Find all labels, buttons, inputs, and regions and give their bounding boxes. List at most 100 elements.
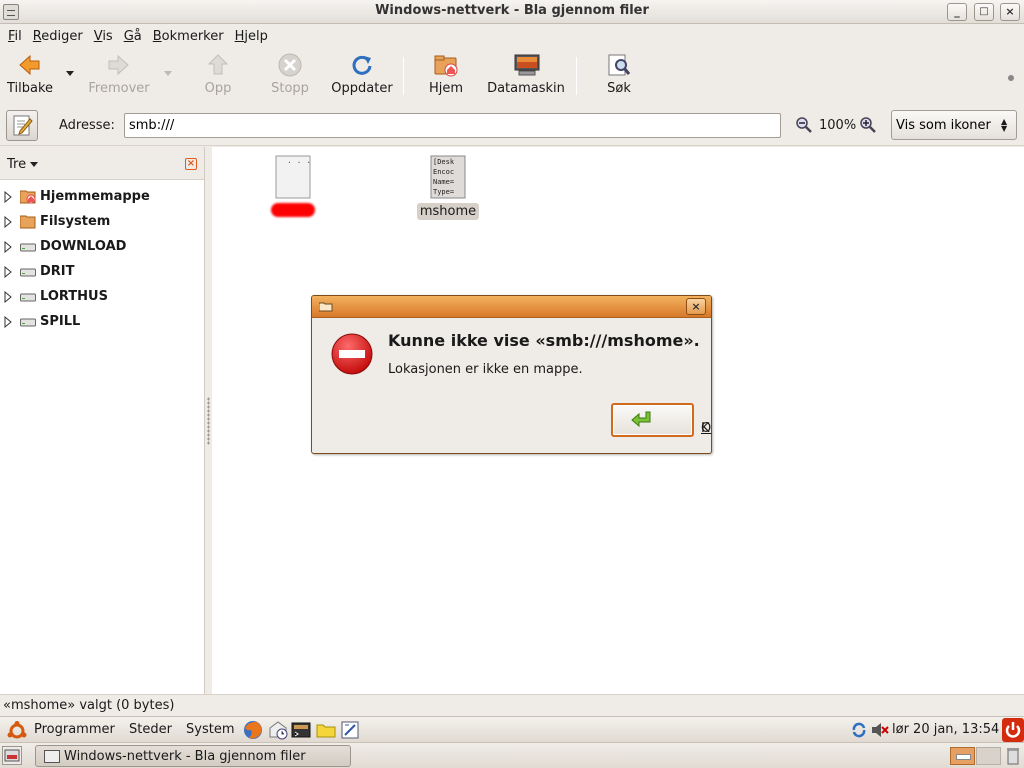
zoom-in-icon[interactable] <box>860 117 876 133</box>
computer-label: Datamaskin <box>487 81 565 96</box>
up-button[interactable]: Opp <box>202 53 234 96</box>
maximize-button[interactable]: □ <box>974 3 994 21</box>
search-label: Søk <box>607 81 631 96</box>
show-desktop-icon <box>4 749 20 762</box>
sidebar-close-icon[interactable]: × <box>185 158 197 170</box>
sidebar-item-lorthus[interactable]: LORTHUS <box>0 286 205 308</box>
sidebar-item-download[interactable]: DOWNLOAD <box>0 236 205 258</box>
expander-icon[interactable] <box>4 216 12 228</box>
file-item-mshome[interactable]: [Desk Encoc Name= Type= mshome <box>416 155 480 220</box>
system-menu[interactable]: System <box>186 722 234 737</box>
address-label: Adresse: <box>59 118 115 133</box>
dialog-heading: Kunne ikke vise «smb:///mshome». <box>388 331 700 350</box>
home-folder-icon <box>19 189 36 204</box>
drive-icon <box>20 289 36 304</box>
error-dialog: × Kunne ikke vise «smb:///mshome». Lokas… <box>311 295 712 454</box>
sidebar-item-label: DOWNLOAD <box>40 239 127 254</box>
taskbar-item[interactable]: Windows-nettverk - Bla gjennom filer <box>35 745 351 767</box>
edit-location-icon <box>13 115 33 136</box>
blank-file-icon: · · · <box>275 155 311 199</box>
gnome-panel-bottom: Windows-nettverk - Bla gjennom filer <box>0 743 1024 768</box>
reload-label[interactable]: Oppdater <box>331 81 392 96</box>
back-history-dropdown[interactable] <box>66 71 74 76</box>
help-launcher-icon[interactable] <box>340 720 360 740</box>
firefox-icon[interactable] <box>243 720 263 740</box>
show-desktop-button[interactable] <box>2 746 22 765</box>
panel-clock[interactable]: lør 20 jan, 13:54 <box>892 722 999 737</box>
folder-launcher-icon[interactable] <box>316 720 336 740</box>
workspace-2[interactable] <box>976 747 1001 765</box>
computer-button[interactable]: Datamaskin <box>486 53 566 96</box>
forward-button[interactable]: Fremover <box>88 53 150 96</box>
close-button[interactable]: × <box>1000 3 1020 21</box>
back-button[interactable]: Tilbake <box>7 53 54 96</box>
menu-help[interactable]: Hjelp <box>235 29 268 44</box>
sidebar-item-spill[interactable]: SPILL <box>0 311 205 333</box>
throbber-icon <box>1007 71 1015 81</box>
sidebar-item-drit[interactable]: DRIT <box>0 261 205 283</box>
back-label: Tilbake <box>7 81 54 96</box>
expander-icon[interactable] <box>4 291 12 303</box>
reload-button[interactable]: Oppdater <box>331 53 393 96</box>
file-preview-line: Name= <box>433 178 454 186</box>
home-button[interactable]: Hjem <box>427 53 465 96</box>
stop-button[interactable]: Stopp <box>270 53 310 96</box>
pane-splitter[interactable] <box>205 147 212 694</box>
ubuntu-logo-icon <box>7 721 27 739</box>
view-mode-select[interactable]: Vis som ikoner <box>891 110 1017 140</box>
expander-icon[interactable] <box>4 316 12 328</box>
sidebar-item-label: Hjemmemappe <box>40 189 150 204</box>
workspace-1[interactable] <box>950 747 975 765</box>
drive-icon <box>20 264 36 279</box>
window-titlebar[interactable]: Windows-nettverk - Bla gjennom filer _ □… <box>0 0 1024 24</box>
minimize-button[interactable]: _ <box>947 3 967 21</box>
places-menu[interactable]: Steder <box>129 722 172 737</box>
splitter-grip[interactable] <box>207 397 210 445</box>
sidebar-item-hjemmemappe[interactable]: Hjemmemappe <box>0 186 205 208</box>
menu-bookmarks[interactable]: Bokmerker <box>153 29 224 44</box>
sidebar-item-label: LORTHUS <box>40 289 108 304</box>
reload-icon <box>350 53 374 77</box>
volume-muted-icon[interactable] <box>871 722 889 738</box>
sidebar-item-filsystem[interactable]: Filsystem <box>0 211 205 233</box>
folder-icon <box>319 302 333 312</box>
dialog-titlebar[interactable]: × <box>312 296 711 318</box>
mail-icon[interactable] <box>268 720 288 740</box>
toggle-location-button[interactable] <box>6 110 38 141</box>
update-notifier-icon[interactable] <box>851 722 867 738</box>
toolbar-separator <box>576 57 577 95</box>
drive-icon <box>20 314 36 329</box>
sidebar-item-label: Filsystem <box>40 214 111 229</box>
menu-go[interactable]: Gå <box>124 29 142 44</box>
menu-file[interactable]: Fil <box>8 29 22 44</box>
zoom-out-icon[interactable] <box>796 117 812 133</box>
sidebar-header: Tre × <box>0 147 204 180</box>
shutdown-button[interactable] <box>1002 718 1024 742</box>
address-input[interactable] <box>124 113 781 138</box>
forward-history-dropdown[interactable] <box>164 71 172 76</box>
search-button[interactable]: Søk <box>605 53 633 96</box>
search-icon <box>607 53 631 77</box>
menu-view[interactable]: Vis <box>94 29 113 44</box>
menu-edit[interactable]: Rediger <box>33 29 83 44</box>
terminal-icon[interactable] <box>291 720 311 740</box>
svg-text:· · ·: · · · <box>287 158 311 167</box>
dialog-close-button[interactable]: × <box>686 298 706 315</box>
file-preview-line: [Desk <box>433 158 455 166</box>
redacted-filename <box>271 203 315 217</box>
sidebar-item-label: SPILL <box>40 314 81 329</box>
ok-button[interactable]: OK <box>611 403 711 437</box>
error-icon <box>331 333 373 375</box>
taskbar-item-label: Windows-nettverk - Bla gjennom filer <box>64 749 306 764</box>
applications-menu[interactable]: Programmer <box>34 722 115 737</box>
expander-icon[interactable] <box>4 191 12 203</box>
expander-icon[interactable] <box>4 241 12 253</box>
toolbar: Tilbake Fremover Opp Stopp Oppdater Hjem <box>0 49 1024 105</box>
sidebar-mode-dropdown[interactable]: Tre <box>7 157 38 172</box>
file-item[interactable]: · · · <box>268 155 318 221</box>
trash-icon[interactable] <box>1006 746 1020 765</box>
folder-icon <box>19 214 36 229</box>
expander-icon[interactable] <box>4 266 12 278</box>
home-label: Hjem <box>428 81 464 96</box>
zoom-level[interactable]: 100% <box>819 118 856 133</box>
